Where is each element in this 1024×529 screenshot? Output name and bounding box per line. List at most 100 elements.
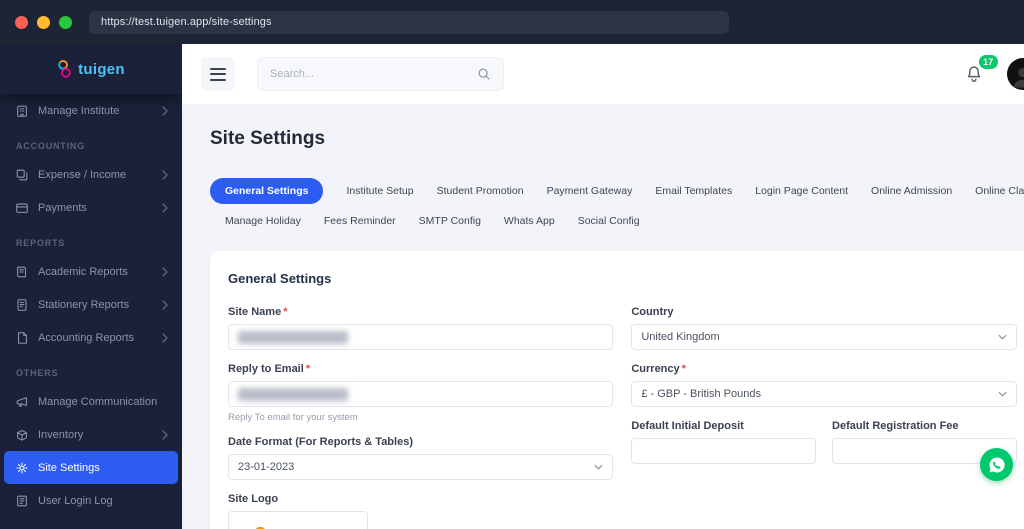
chevron-right-icon <box>162 170 168 180</box>
academic-reports-icon <box>14 264 29 279</box>
sidebar-nav: Manage Institute ACCOUNTING Expense / In… <box>0 94 182 529</box>
default-initial-deposit-field[interactable] <box>641 445 806 457</box>
currency-select[interactable]: £ - GBP - British Pounds <box>631 381 1016 407</box>
redacted-value <box>238 388 348 401</box>
expense-income-icon <box>14 167 29 182</box>
notifications-button[interactable]: 17 <box>963 61 989 87</box>
tab-social-config[interactable]: Social Config <box>578 215 640 227</box>
sidebar-item-payments[interactable]: Payments <box>0 191 182 224</box>
sidebar-item-user-login-log[interactable]: User Login Log <box>0 484 182 517</box>
sidebar-item-academic-reports[interactable]: Academic Reports <box>0 255 182 288</box>
chevron-right-icon <box>162 430 168 440</box>
tab-whats-app[interactable]: Whats App <box>504 215 555 227</box>
site-name-input[interactable] <box>228 324 613 350</box>
defaults-row: Default Initial Deposit Default Registra… <box>631 420 1016 477</box>
tab-online-admission[interactable]: Online Admission <box>871 185 952 197</box>
reply-email-helper: Reply To email for your system <box>228 412 613 423</box>
date-format-select[interactable]: 23-01-2023 <box>228 454 613 480</box>
form-left-column: Site Name* Reply to Email* Repl <box>228 306 613 529</box>
chevron-right-icon <box>162 267 168 277</box>
topbar: 17 <box>182 44 1024 104</box>
tab-institute-setup[interactable]: Institute Setup <box>346 185 413 197</box>
default-registration-fee-label: Default Registration Fee <box>832 420 1017 432</box>
sidebar-item-label: Manage Communication <box>38 396 157 408</box>
inventory-box-icon <box>14 427 29 442</box>
chevron-right-icon <box>162 333 168 343</box>
chevron-down-icon <box>998 334 1007 340</box>
form-right-column: Country United Kingdom Currency* £ - GBP… <box>631 306 1016 529</box>
menu-toggle-button[interactable] <box>201 57 235 91</box>
tab-row-2: Manage Holiday Fees Reminder SMTP Config… <box>210 215 1024 227</box>
credit-card-icon <box>14 200 29 215</box>
close-window-button[interactable] <box>15 16 28 29</box>
main-content: Site Settings General Settings Institute… <box>182 104 1024 529</box>
window-controls <box>0 16 89 29</box>
chevron-down-icon <box>594 464 603 470</box>
gear-icon <box>14 460 29 475</box>
sidebar-item-label: Expense / Income <box>38 169 126 181</box>
tab-payment-gateway[interactable]: Payment Gateway <box>547 185 633 197</box>
search-input[interactable] <box>270 68 477 80</box>
whatsapp-button[interactable] <box>980 448 1013 481</box>
screen: https://test.tuigen.app/site-settings tu… <box>0 0 1024 529</box>
country-value: United Kingdom <box>641 331 719 343</box>
sidebar-item-accounting-reports[interactable]: Accounting Reports <box>0 321 182 354</box>
sidebar-item-site-settings[interactable]: Site Settings <box>4 451 178 484</box>
sidebar-item-inventory[interactable]: Inventory <box>0 418 182 451</box>
tab-general-settings[interactable]: General Settings <box>210 178 323 204</box>
general-settings-card: General Settings Site Name* Rep <box>210 251 1024 529</box>
sidebar-item-manage-institute[interactable]: Manage Institute <box>0 94 182 127</box>
stationery-reports-icon <box>14 297 29 312</box>
sidebar-item-label: Manage Institute <box>38 105 119 117</box>
tab-smtp-config[interactable]: SMTP Config <box>419 215 481 227</box>
whatsapp-icon <box>987 455 1007 475</box>
chevron-right-icon <box>162 300 168 310</box>
reply-email-input[interactable] <box>228 381 613 407</box>
tab-fees-reminder[interactable]: Fees Reminder <box>324 215 396 227</box>
country-label: Country <box>631 306 1016 318</box>
settings-tabs: General Settings Institute Setup Student… <box>210 178 1024 227</box>
reply-email-label: Reply to Email* <box>228 363 613 375</box>
address-bar[interactable]: https://test.tuigen.app/site-settings <box>89 11 729 34</box>
accounting-reports-icon <box>14 330 29 345</box>
currency-label: Currency* <box>631 363 1016 375</box>
sidebar-item-stationery-reports[interactable]: Stationery Reports <box>0 288 182 321</box>
country-select[interactable]: United Kingdom <box>631 324 1016 350</box>
default-initial-deposit-input[interactable] <box>631 438 816 464</box>
default-initial-deposit-field-group: Default Initial Deposit <box>631 420 816 464</box>
site-name-label: Site Name* <box>228 306 613 318</box>
app-logo[interactable]: tuigen <box>0 44 182 94</box>
sidebar: tuigen Manage Institute ACCOUNTING Expen… <box>0 44 182 529</box>
chevron-down-icon <box>998 391 1007 397</box>
site-logo-label: Site Logo <box>228 493 613 505</box>
sidebar-item-label: Academic Reports <box>38 266 128 278</box>
site-logo-field-group: Site Logo tuigen <box>228 493 613 529</box>
search-icon <box>477 67 491 81</box>
site-name-field-group: Site Name* <box>228 306 613 350</box>
minimize-window-button[interactable] <box>37 16 50 29</box>
tab-row-1: General Settings Institute Setup Student… <box>210 178 1024 204</box>
currency-value: £ - GBP - British Pounds <box>641 388 761 400</box>
sidebar-item-expense-income[interactable]: Expense / Income <box>0 158 182 191</box>
sidebar-item-manage-communication[interactable]: Manage Communication <box>0 385 182 418</box>
maximize-window-button[interactable] <box>59 16 72 29</box>
tab-manage-holiday[interactable]: Manage Holiday <box>225 215 301 227</box>
required-asterisk: * <box>306 363 310 375</box>
tab-email-templates[interactable]: Email Templates <box>655 185 732 197</box>
tab-login-page-content[interactable]: Login Page Content <box>755 185 848 197</box>
page-title: Site Settings <box>210 128 1024 150</box>
notification-badge: 17 <box>979 55 998 69</box>
tuigen-logo-icon <box>57 59 72 80</box>
search-box[interactable] <box>257 57 504 91</box>
sidebar-item-label: Inventory <box>38 429 83 441</box>
reply-email-field-group: Reply to Email* Reply To email for your … <box>228 363 613 423</box>
required-asterisk: * <box>283 306 287 318</box>
currency-field-group: Currency* £ - GBP - British Pounds <box>631 363 1016 407</box>
megaphone-icon <box>14 394 29 409</box>
sidebar-section-others: OTHERS <box>0 354 182 385</box>
tab-student-promotion[interactable]: Student Promotion <box>437 185 524 197</box>
date-format-field-group: Date Format (For Reports & Tables) 23-01… <box>228 436 613 480</box>
user-avatar[interactable] <box>1007 58 1024 90</box>
tab-online-class[interactable]: Online Class <box>975 185 1024 197</box>
required-asterisk: * <box>682 363 686 375</box>
